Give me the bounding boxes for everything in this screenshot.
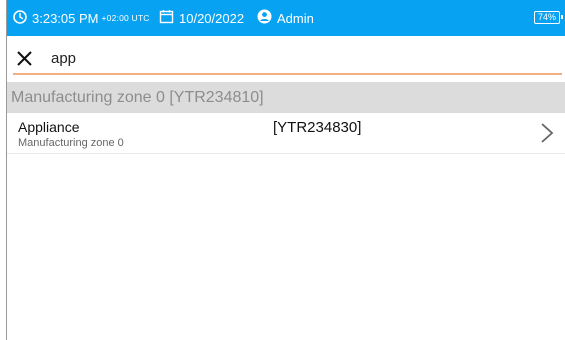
chevron-right-icon[interactable] (540, 122, 554, 144)
list-item[interactable]: Appliance Manufacturing zone 0 [YTR23483… (7, 113, 565, 154)
search-input[interactable] (51, 46, 401, 70)
clock-icon (13, 9, 27, 27)
app-window: 3:23:05 PM +02:00 UTC 10/20/2022 Admin 7… (6, 0, 565, 340)
user-icon (257, 9, 272, 27)
close-button[interactable] (15, 49, 35, 69)
close-icon (17, 51, 32, 66)
item-zone: Manufacturing zone 0 (18, 137, 124, 149)
item-name: Appliance (18, 119, 80, 135)
search-bar (7, 36, 565, 82)
date-text: 10/20/2022 (179, 10, 245, 26)
status-bar: 3:23:05 PM +02:00 UTC 10/20/2022 Admin 7… (7, 0, 565, 36)
time-text: 3:23:05 PM (32, 10, 99, 26)
battery-icon: 74% (534, 11, 563, 24)
status-user: Admin (257, 0, 314, 36)
item-code: [YTR234830] (273, 119, 362, 136)
timezone-text: +02:00 UTC (101, 13, 150, 23)
user-text: Admin (277, 10, 314, 26)
calendar-icon (159, 9, 174, 27)
zone-header: Manufacturing zone 0 [YTR234810] (7, 82, 565, 113)
battery-level: 74% (537, 12, 556, 22)
status-time: 3:23:05 PM +02:00 UTC (13, 0, 150, 36)
status-date: 10/20/2022 (159, 0, 244, 36)
zone-header-label: Manufacturing zone 0 [YTR234810] (11, 88, 264, 106)
search-underline (13, 73, 562, 75)
